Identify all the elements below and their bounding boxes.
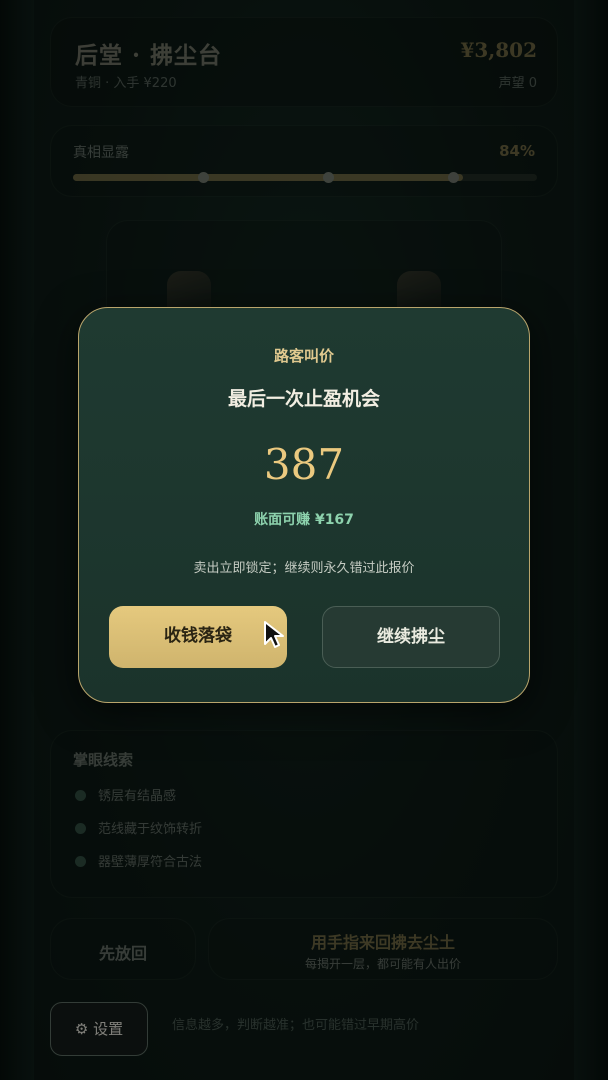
continue-brushing-button[interactable]: 继续拂尘 [322, 606, 500, 668]
mouse-cursor-icon [264, 621, 284, 648]
profit-text: 账面可赚 ¥167 [254, 512, 354, 528]
dialog-kicker: 路客叫价 [273, 347, 334, 365]
offer-dialog: 路客叫价 最后一次止盈机会 387 账面可赚 ¥167 卖出立即锁定；继续则永久… [78, 307, 530, 703]
sell-button[interactable]: 收钱落袋 [109, 606, 287, 668]
offer-amount: 387 [263, 440, 345, 489]
dialog-title: 最后一次止盈机会 [227, 388, 380, 410]
dialog-note: 卖出立即锁定；继续则永久错过此报价 [193, 561, 415, 576]
